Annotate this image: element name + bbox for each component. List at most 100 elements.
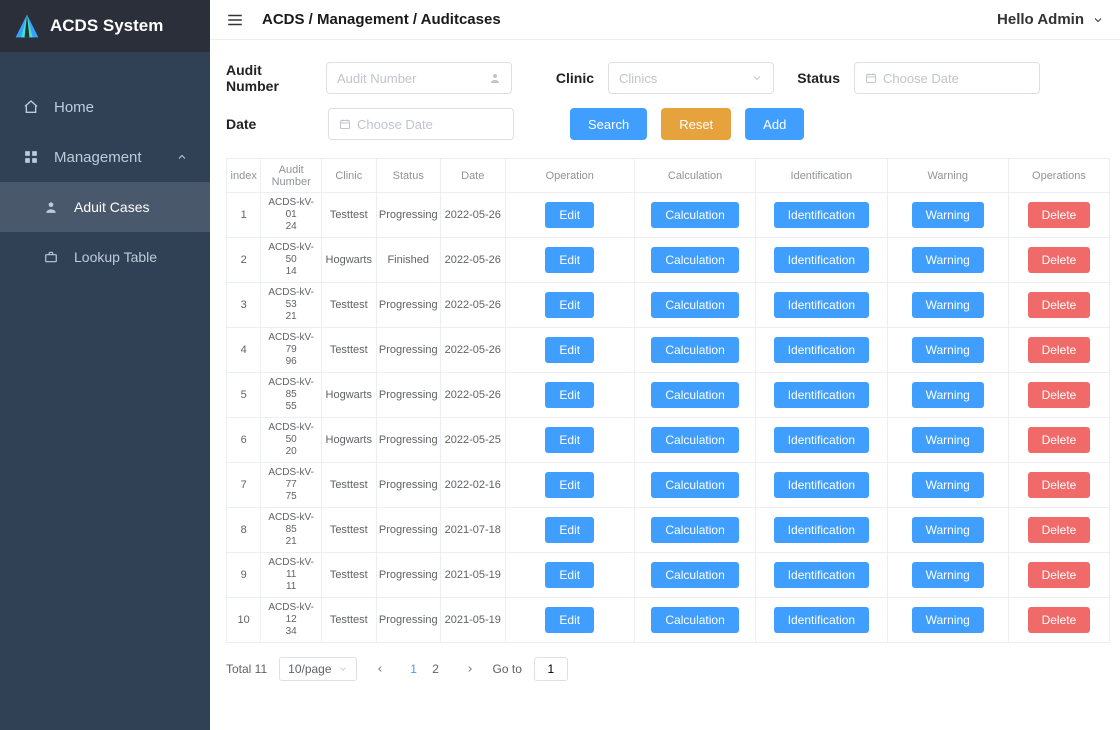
cell-clinic: Hogwarts [321, 238, 376, 283]
cell-status: Progressing [376, 463, 440, 508]
calculation-button[interactable]: Calculation [651, 337, 738, 363]
cell-status: Progressing [376, 508, 440, 553]
cell-clinic: Testtest [321, 553, 376, 598]
identification-button[interactable]: Identification [774, 427, 869, 453]
cell-status: Progressing [376, 373, 440, 418]
cell-clinic: Testtest [321, 508, 376, 553]
calculation-button[interactable]: Calculation [651, 247, 738, 273]
warning-button[interactable]: Warning [912, 337, 984, 363]
th-identification: Identification [756, 159, 887, 193]
nav-audit-cases[interactable]: Aduit Cases [0, 182, 210, 232]
warning-button[interactable]: Warning [912, 382, 984, 408]
warning-button[interactable]: Warning [912, 472, 984, 498]
identification-button[interactable]: Identification [774, 292, 869, 318]
identification-button[interactable]: Identification [774, 337, 869, 363]
calculation-button[interactable]: Calculation [651, 472, 738, 498]
cell-date: 2021-07-18 [440, 508, 505, 553]
edit-button[interactable]: Edit [545, 472, 594, 498]
identification-button[interactable]: Identification [774, 472, 869, 498]
delete-button[interactable]: Delete [1028, 202, 1091, 228]
th-date: Date [440, 159, 505, 193]
delete-button[interactable]: Delete [1028, 472, 1091, 498]
delete-button[interactable]: Delete [1028, 337, 1091, 363]
pager-goto-input[interactable] [534, 657, 568, 681]
warning-button[interactable]: Warning [912, 607, 984, 633]
calculation-button[interactable]: Calculation [651, 607, 738, 633]
delete-button[interactable]: Delete [1028, 247, 1091, 273]
delete-button[interactable]: Delete [1028, 292, 1091, 318]
calculation-button[interactable]: Calculation [651, 517, 738, 543]
calculation-button[interactable]: Calculation [651, 382, 738, 408]
edit-button[interactable]: Edit [545, 517, 594, 543]
cell-clinic: Hogwarts [321, 373, 376, 418]
table-row: 10ACDS-kV-1234TesttestProgressing2021-05… [227, 598, 1110, 643]
calculation-button[interactable]: Calculation [651, 427, 738, 453]
calculation-button[interactable]: Calculation [651, 292, 738, 318]
warning-button[interactable]: Warning [912, 562, 984, 588]
pager-total: Total 11 [226, 662, 267, 676]
cell-index: 10 [227, 598, 261, 643]
cell-audit-number: ACDS-kV-8521 [261, 508, 322, 553]
edit-button[interactable]: Edit [545, 337, 594, 363]
pager-size-select[interactable]: 10/page [279, 657, 356, 681]
warning-button[interactable]: Warning [912, 247, 984, 273]
calculation-button[interactable]: Calculation [651, 202, 738, 228]
chevron-down-icon [338, 664, 348, 674]
nav-home[interactable]: Home [0, 82, 210, 132]
identification-button[interactable]: Identification [774, 382, 869, 408]
app-name: ACDS System [50, 16, 163, 36]
edit-button[interactable]: Edit [545, 247, 594, 273]
identification-button[interactable]: Identification [774, 517, 869, 543]
cell-audit-number: ACDS-kV-5014 [261, 238, 322, 283]
cell-index: 6 [227, 418, 261, 463]
filter-date-input[interactable] [328, 108, 514, 140]
warning-button[interactable]: Warning [912, 427, 984, 453]
chevron-down-icon [1092, 14, 1104, 26]
delete-button[interactable]: Delete [1028, 427, 1091, 453]
sidebar: ACDS System Home Management [0, 0, 210, 730]
pager-goto-label: Go to [493, 662, 522, 676]
filter-status-date[interactable] [854, 62, 1040, 94]
chevron-up-icon [176, 151, 188, 163]
nav-management-label: Management [54, 149, 142, 166]
edit-button[interactable]: Edit [545, 202, 594, 228]
edit-button[interactable]: Edit [545, 427, 594, 453]
reset-button[interactable]: Reset [661, 108, 731, 140]
nav-lookup-table[interactable]: Lookup Table [0, 232, 210, 282]
filter-clinic-select[interactable] [608, 62, 774, 94]
hamburger-icon[interactable] [226, 11, 244, 29]
delete-button[interactable]: Delete [1028, 517, 1091, 543]
identification-button[interactable]: Identification [774, 247, 869, 273]
add-button[interactable]: Add [745, 108, 804, 140]
table-row: 9ACDS-kV-1111TesttestProgressing2021-05-… [227, 553, 1110, 598]
pager-prev[interactable] [369, 658, 391, 680]
cell-audit-number: ACDS-kV-5020 [261, 418, 322, 463]
identification-button[interactable]: Identification [774, 202, 869, 228]
cell-audit-number: ACDS-kV-1111 [261, 553, 322, 598]
cell-clinic: Testtest [321, 598, 376, 643]
edit-button[interactable]: Edit [545, 607, 594, 633]
delete-button[interactable]: Delete [1028, 562, 1091, 588]
cell-audit-number: ACDS-kV-8555 [261, 373, 322, 418]
delete-button[interactable]: Delete [1028, 382, 1091, 408]
warning-button[interactable]: Warning [912, 202, 984, 228]
edit-button[interactable]: Edit [545, 382, 594, 408]
identification-button[interactable]: Identification [774, 562, 869, 588]
pager-page[interactable]: 2 [425, 658, 447, 680]
calculation-button[interactable]: Calculation [651, 562, 738, 588]
filter-audit-number-input[interactable] [326, 62, 512, 94]
pager-next[interactable] [459, 658, 481, 680]
warning-button[interactable]: Warning [912, 292, 984, 318]
cell-date: 2022-05-25 [440, 418, 505, 463]
identification-button[interactable]: Identification [774, 607, 869, 633]
nav-management[interactable]: Management [0, 132, 210, 182]
nav-home-label: Home [54, 99, 94, 116]
edit-button[interactable]: Edit [545, 562, 594, 588]
delete-button[interactable]: Delete [1028, 607, 1091, 633]
pager-page[interactable]: 1 [403, 658, 425, 680]
search-button[interactable]: Search [570, 108, 647, 140]
user-menu[interactable]: Hello Admin [997, 11, 1104, 28]
warning-button[interactable]: Warning [912, 517, 984, 543]
th-operations: Operations [1008, 159, 1109, 193]
edit-button[interactable]: Edit [545, 292, 594, 318]
